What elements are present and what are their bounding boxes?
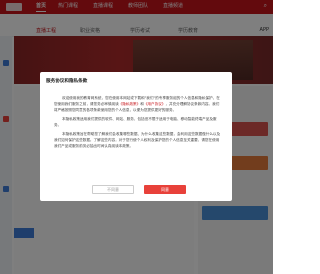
dialog-title: 服务协议和隐私条款 bbox=[46, 79, 88, 84]
user-agreement-link[interactable]: 《用户协议》 bbox=[144, 102, 166, 106]
dialog-paragraph-1: 欢迎使用我的教育网系统，您在使用本网站或下载和"我们"的专享服务组的个人信息和隐… bbox=[54, 95, 222, 114]
dialog-paragraph-2: 本隐私政策适用我们提供的软件、网站、服务，包括但不限于适用于电脑、移动智能终端产… bbox=[54, 117, 217, 128]
dialog-paragraph-3: 本隐私政策旨在帮助您了解我们会收集哪些数据、为什么收集这些数据，会利用这些数据做… bbox=[54, 132, 221, 149]
disagree-button[interactable]: 不同意 bbox=[92, 185, 134, 194]
dialog-body: 欢迎使用我的教育网系统，您在使用本网站或下载和"我们"的专享服务组的个人信息和隐… bbox=[54, 95, 222, 152]
privacy-policy-link[interactable]: 《隐私政策》 bbox=[119, 102, 141, 106]
privacy-agreement-dialog: 服务协议和隐私条款 欢迎使用我的教育网系统，您在使用本网站或下载和"我们"的专享… bbox=[40, 72, 232, 201]
agree-button[interactable]: 同意 bbox=[144, 185, 186, 194]
